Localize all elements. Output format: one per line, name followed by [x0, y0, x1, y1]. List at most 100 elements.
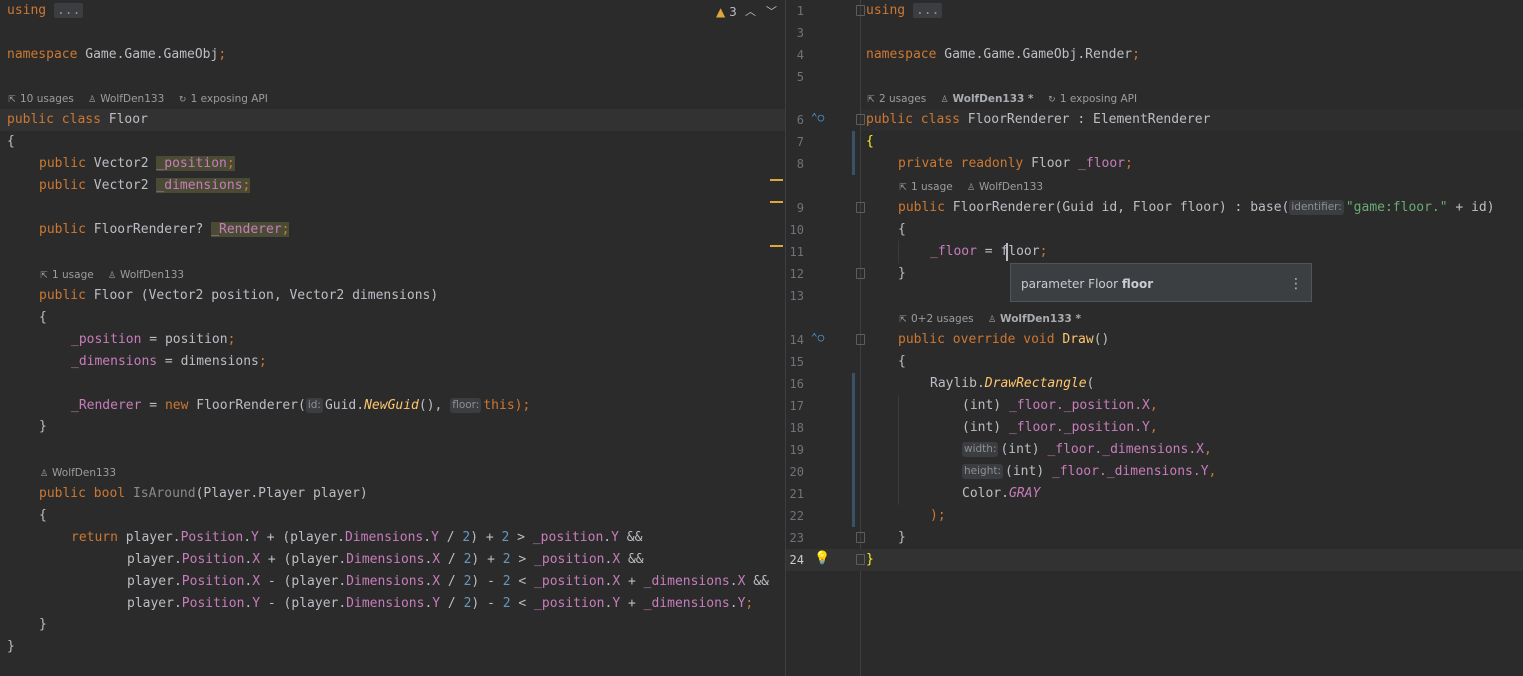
code-line[interactable]: } [7, 636, 15, 658]
error-stripe-mark[interactable] [770, 179, 783, 181]
more-options-icon[interactable]: ⋮ [1289, 264, 1303, 304]
code-line[interactable]: private readonly Floor _floor; [898, 153, 1133, 175]
code-line[interactable]: } [39, 416, 47, 438]
code-vision-lens[interactable]: ⇱ 0+2 usages ♙ WolfDen133 * [898, 310, 1091, 328]
lightbulb-icon[interactable]: 💡 [814, 551, 830, 566]
left-editor-pane[interactable]: ▲ 3 ︿ ﹀ using ... namespace Game.Game.Ga… [0, 0, 785, 676]
author-name[interactable]: WolfDen133 [100, 93, 164, 105]
line-number[interactable]: 12 [786, 263, 804, 285]
usages-count[interactable]: 0+2 usages [911, 313, 974, 325]
code-line[interactable]: _floor = floor; [930, 241, 1047, 263]
vcs-change-marker[interactable] [852, 373, 855, 527]
author-name[interactable]: WolfDen133 [120, 269, 184, 281]
line-number[interactable]: 10 [786, 219, 804, 241]
code-line[interactable]: player.Position.Y - (player.Dimensions.Y… [127, 593, 753, 615]
author-name[interactable]: WolfDen133 [979, 181, 1043, 193]
api-count[interactable]: 1 exposing API [191, 93, 268, 105]
code-line[interactable]: return player.Position.Y + (player.Dimen… [71, 527, 642, 549]
line-number[interactable]: 4 [786, 44, 804, 66]
code-line[interactable]: } [898, 527, 906, 549]
line-number[interactable]: 9 [786, 197, 804, 219]
code-line[interactable]: } [39, 614, 47, 636]
line-number[interactable]: 7 [786, 131, 804, 153]
fold-marker[interactable] [856, 334, 865, 345]
line-number[interactable]: 20 [786, 461, 804, 483]
code-line[interactable]: public FloorRenderer(Guid id, Floor floo… [898, 197, 1495, 219]
code-line[interactable]: namespace Game.Game.GameObj; [7, 44, 226, 66]
code-vision-lens[interactable]: ⇱ 1 usage ♙ WolfDen133 [898, 178, 1053, 196]
code-line[interactable]: { [7, 131, 15, 153]
code-line[interactable]: player.Position.X + (player.Dimensions.X… [127, 549, 644, 571]
implemented-override-icon[interactable]: ⌃○ [811, 111, 824, 124]
line-number[interactable]: 19 [786, 439, 804, 461]
line-number[interactable]: 6 [786, 109, 804, 131]
line-number[interactable]: 22 [786, 505, 804, 527]
code-line[interactable]: } [866, 549, 874, 571]
code-line[interactable]: _Renderer = new FloorRenderer(id: Guid.Ne… [71, 395, 530, 417]
fold-marker[interactable] [856, 554, 865, 565]
code-line[interactable]: using ... [7, 0, 84, 22]
line-number[interactable]: 13 [786, 285, 804, 307]
code-line[interactable]: width: (int) _floor._dimensions.X, [962, 439, 1212, 461]
code-line[interactable]: ); [930, 505, 946, 527]
right-editor-pane[interactable]: 1 3 4 5 6 7 8 9 10 11 12 13 14 15 16 17 … [786, 0, 1523, 676]
code-vision-lens[interactable]: ⇱ 2 usages ♙ WolfDen133 * ↻ 1 exposing API [866, 90, 1147, 108]
code-line[interactable]: public override void Draw() [898, 329, 1109, 351]
line-number[interactable]: 5 [786, 66, 804, 88]
vcs-change-marker[interactable] [852, 131, 855, 175]
code-line[interactable]: { [866, 131, 874, 153]
code-line[interactable]: public Vector2 _position; [39, 153, 235, 175]
fold-marker[interactable] [856, 114, 865, 125]
usages-count[interactable]: 1 usage [911, 181, 953, 193]
code-line[interactable]: public bool IsAround(Player.Player playe… [39, 483, 368, 505]
implemented-override-icon[interactable]: ⌃○ [811, 331, 824, 344]
line-number[interactable]: 16 [786, 373, 804, 395]
inspection-widget[interactable]: ▲ 3 [716, 4, 737, 20]
folded-imports[interactable]: ... [53, 3, 84, 18]
code-line[interactable]: _position = position; [71, 329, 235, 351]
code-line[interactable]: _dimensions = dimensions; [71, 351, 267, 373]
usages-count[interactable]: 2 usages [879, 93, 926, 105]
line-number[interactable]: 1 [786, 0, 804, 22]
line-number[interactable]: 14 [786, 329, 804, 351]
code-line[interactable]: public Floor (Vector2 position, Vector2 … [39, 285, 438, 307]
code-line[interactable]: public class FloorRenderer : ElementRend… [866, 109, 1210, 131]
line-number[interactable]: 8 [786, 153, 804, 175]
author-name[interactable]: WolfDen133 * [953, 93, 1034, 105]
fold-marker[interactable] [856, 532, 865, 543]
error-stripe-mark[interactable] [770, 201, 783, 203]
code-line[interactable]: { [898, 219, 906, 241]
code-line[interactable]: { [39, 505, 47, 527]
author-name[interactable]: WolfDen133 * [1000, 313, 1081, 325]
code-line[interactable]: height: (int) _floor._dimensions.Y, [962, 461, 1216, 483]
error-stripe-mark[interactable] [770, 245, 783, 247]
code-line[interactable]: player.Position.X - (player.Dimensions.X… [127, 571, 769, 593]
fold-marker[interactable] [856, 202, 865, 213]
line-number[interactable]: 3 [786, 22, 804, 44]
code-line[interactable]: Color.GRAY [962, 483, 1040, 505]
code-vision-lens[interactable]: ⇱ 1 usage ♙ WolfDen133 [39, 266, 194, 284]
code-line[interactable]: } [898, 263, 906, 285]
usages-count[interactable]: 10 usages [20, 93, 74, 105]
line-number[interactable]: 15 [786, 351, 804, 373]
line-number[interactable]: 17 [786, 395, 804, 417]
line-number[interactable]: 23 [786, 527, 804, 549]
usages-count[interactable]: 1 usage [52, 269, 94, 281]
code-line[interactable]: public Vector2 _dimensions; [39, 175, 251, 197]
code-vision-lens[interactable]: ♙ WolfDen133 [39, 464, 126, 482]
code-vision-lens[interactable]: ⇱ 10 usages ♙ WolfDen133 ↻ 1 exposing API [7, 90, 278, 108]
fold-marker[interactable] [856, 5, 865, 16]
prev-highlight-icon[interactable]: ︿ [745, 3, 756, 19]
code-line[interactable]: public class Floor [7, 109, 148, 131]
code-line[interactable]: using ... [866, 0, 943, 22]
line-number[interactable]: 18 [786, 417, 804, 439]
line-number[interactable]: 11 [786, 241, 804, 263]
author-name[interactable]: WolfDen133 [52, 467, 116, 479]
line-number[interactable]: 24 [786, 549, 804, 571]
folded-imports[interactable]: ... [912, 3, 943, 18]
code-line[interactable]: { [898, 351, 906, 373]
parameter-info-tooltip[interactable]: parameter Floor floor ⋮ [1010, 263, 1312, 302]
code-line[interactable]: { [39, 307, 47, 329]
code-line[interactable]: public FloorRenderer? _Renderer; [39, 219, 290, 241]
code-line[interactable]: namespace Game.Game.GameObj.Render; [866, 44, 1140, 66]
